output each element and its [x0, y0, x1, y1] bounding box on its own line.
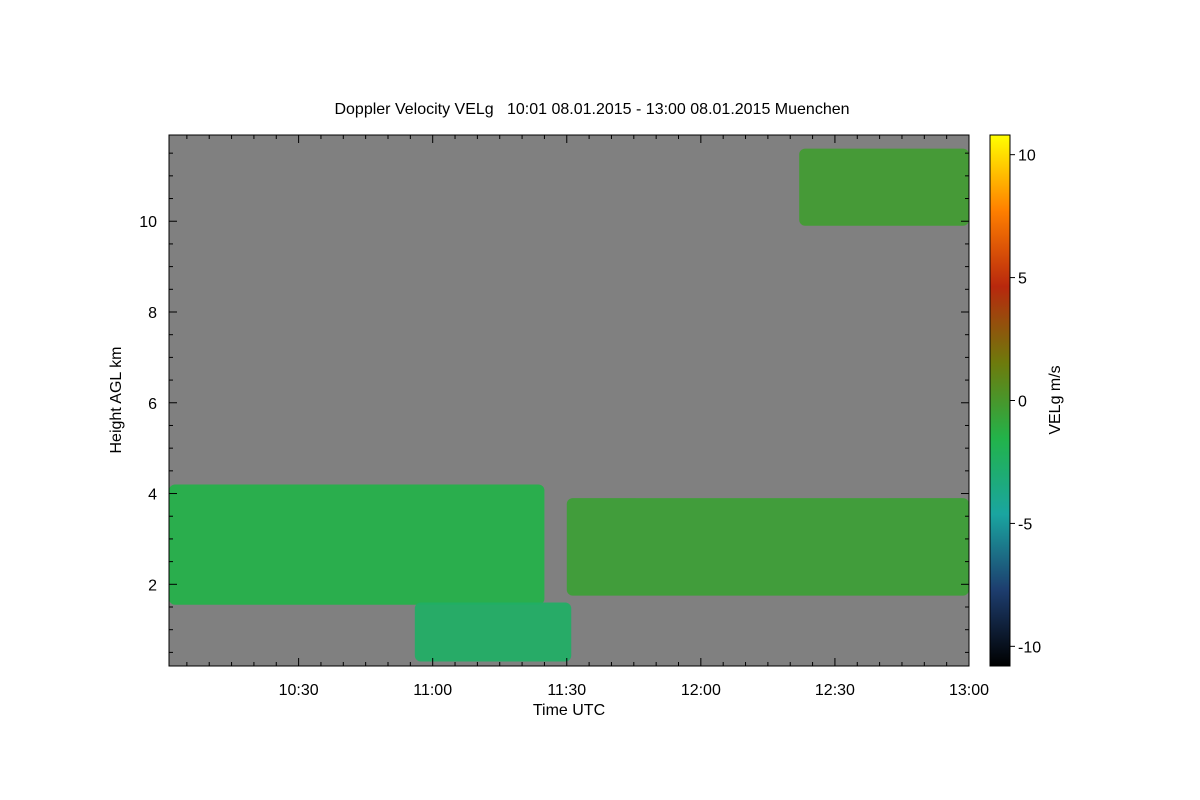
velocity-region [169, 484, 545, 605]
colorbar-label: VELg m/s [1047, 365, 1064, 434]
doppler-velocity-chart: Doppler Velocity VELg 10:01 08.01.2015 -… [108, 101, 1064, 719]
colorbar-tick-label: -10 [1018, 639, 1041, 656]
chart-title: Doppler Velocity VELg 10:01 08.01.2015 -… [334, 101, 849, 118]
y-tick-label: 2 [148, 577, 157, 594]
colorbar-ticks: 10 5 0 -5 -10 [1010, 148, 1041, 656]
y-axis-label: Height AGL km [108, 346, 125, 453]
x-tick-label: 10:30 [279, 682, 319, 699]
x-axis-label: Time UTC [533, 702, 605, 719]
y-tick-label: 4 [148, 487, 157, 504]
colorbar-tick-label: 0 [1018, 394, 1027, 411]
colorbar [989, 134, 1011, 667]
velocity-region [566, 498, 969, 596]
velocity-region [414, 602, 572, 662]
colorbar-tick-label: 10 [1018, 148, 1036, 165]
x-tick-label: 12:00 [681, 682, 721, 699]
y-tick-label: 6 [148, 396, 157, 413]
x-tick-label: 13:00 [949, 682, 989, 699]
x-tick-label: 12:30 [815, 682, 855, 699]
y-tick-label: 10 [139, 214, 157, 231]
x-tick-label: 11:30 [547, 682, 586, 699]
y-tick-label: 8 [148, 305, 157, 322]
x-tick-label: 11:00 [413, 682, 452, 699]
velocity-region [799, 148, 969, 226]
colorbar-tick-label: -5 [1018, 516, 1032, 533]
colorbar-tick-label: 5 [1018, 271, 1027, 288]
